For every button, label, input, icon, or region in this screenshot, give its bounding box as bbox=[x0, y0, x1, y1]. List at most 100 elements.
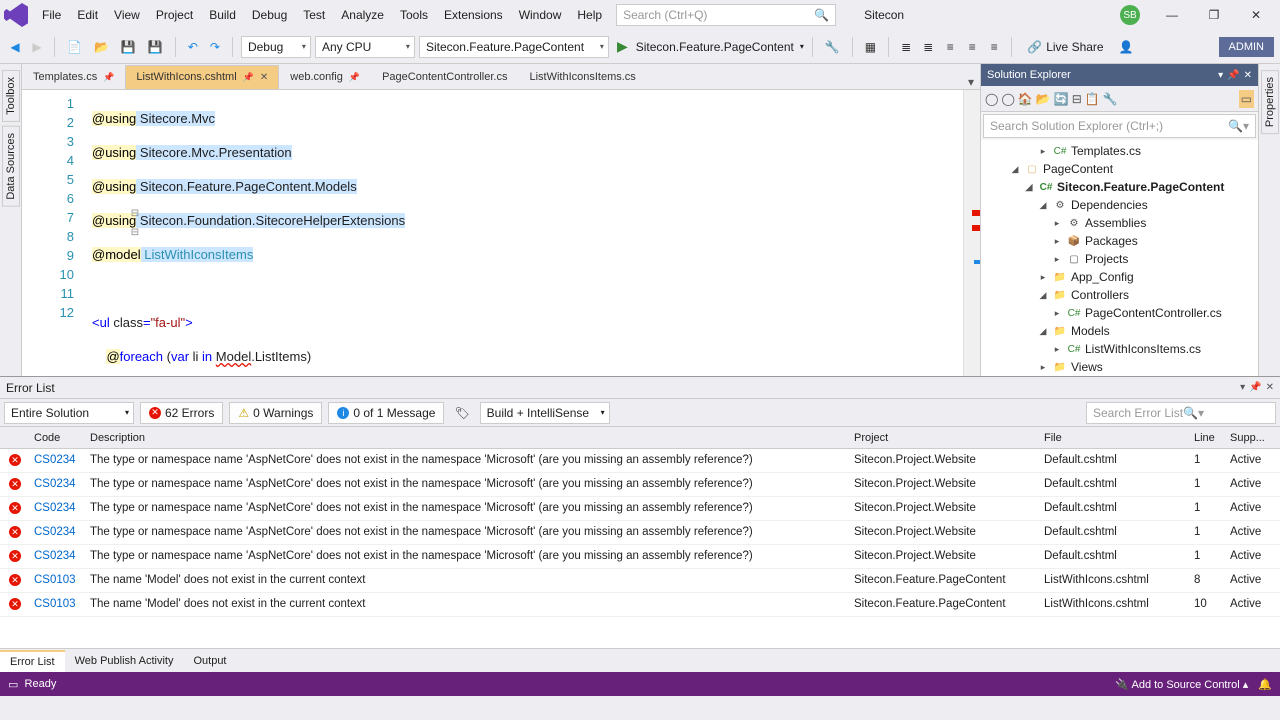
menu-debug[interactable]: Debug bbox=[244, 4, 295, 26]
expand-icon[interactable]: ▸ bbox=[1051, 308, 1063, 319]
fold-icon[interactable]: ⊟ bbox=[130, 227, 140, 238]
error-row[interactable]: ✕CS0103The name 'Model' does not exist i… bbox=[0, 593, 1280, 617]
menu-test[interactable]: Test bbox=[295, 4, 333, 26]
pane-dropdown-icon[interactable]: ▾ bbox=[1240, 382, 1245, 393]
tab-web-publish[interactable]: Web Publish Activity bbox=[65, 651, 184, 671]
se-back-icon[interactable]: ◯ bbox=[985, 92, 998, 106]
maximize-button[interactable]: ❐ bbox=[1194, 1, 1234, 29]
tree-node[interactable]: ◢📁Controllers bbox=[981, 286, 1258, 304]
tree-node[interactable]: ▸C#Templates.cs bbox=[981, 142, 1258, 160]
pane-dropdown-icon[interactable]: ▾ bbox=[1218, 70, 1223, 81]
tree-node[interactable]: ▸C#ListWithIconsItems.cs bbox=[981, 340, 1258, 358]
tree-node[interactable]: ◢▢PageContent bbox=[981, 160, 1258, 178]
expand-icon[interactable]: ◢ bbox=[1037, 290, 1049, 301]
se-preview-icon[interactable]: ▭ bbox=[1239, 90, 1254, 108]
expand-icon[interactable]: ◢ bbox=[1009, 164, 1021, 175]
nav-back-icon[interactable]: ◀ bbox=[6, 37, 24, 57]
se-fwd-icon[interactable]: ◯ bbox=[1001, 92, 1014, 106]
menu-help[interactable]: Help bbox=[569, 4, 610, 26]
se-home-icon[interactable]: 🏠 bbox=[1018, 92, 1033, 106]
error-row[interactable]: ✕CS0234The type or namespace name 'AspNe… bbox=[0, 449, 1280, 473]
save-icon[interactable]: 💾 bbox=[117, 37, 140, 57]
pin-icon[interactable]: 📌 bbox=[349, 72, 360, 83]
menu-file[interactable]: File bbox=[34, 4, 69, 26]
tree-node[interactable]: ◢📁Models bbox=[981, 322, 1258, 340]
run-target[interactable]: Sitecon.Feature.PageContent bbox=[636, 40, 794, 54]
tree-node[interactable]: ◢⚙Dependencies bbox=[981, 196, 1258, 214]
tree-node[interactable]: ▸C#PageContentController.cs bbox=[981, 304, 1258, 322]
tree-node[interactable]: ◢C#Sitecon.Feature.PageContent bbox=[981, 178, 1258, 196]
menu-window[interactable]: Window bbox=[511, 4, 570, 26]
expand-icon[interactable]: ◢ bbox=[1037, 200, 1049, 211]
comment-icon[interactable]: ≡ bbox=[941, 37, 959, 57]
scope-dropdown[interactable]: Entire Solution bbox=[4, 402, 134, 424]
expand-icon[interactable]: ▸ bbox=[1051, 254, 1063, 265]
properties-tab[interactable]: Properties bbox=[1261, 70, 1279, 134]
expand-icon[interactable]: ◢ bbox=[1037, 326, 1049, 337]
se-showall-icon[interactable]: 📋 bbox=[1085, 92, 1100, 106]
warnings-filter[interactable]: ⚠0 Warnings bbox=[229, 402, 322, 424]
error-row[interactable]: ✕CS0234The type or namespace name 'AspNe… bbox=[0, 545, 1280, 569]
tree-node[interactable]: ▸📁App_Config bbox=[981, 268, 1258, 286]
redo-icon[interactable]: ↷ bbox=[206, 37, 224, 57]
datasources-tab[interactable]: Data Sources bbox=[2, 126, 20, 207]
pane-pin-icon[interactable]: 📌 bbox=[1227, 70, 1239, 81]
expand-icon[interactable]: ▸ bbox=[1037, 362, 1049, 373]
tool-icon[interactable]: 🔧 bbox=[821, 37, 844, 57]
run-icon[interactable]: ▶ bbox=[613, 35, 632, 58]
menu-extensions[interactable]: Extensions bbox=[436, 4, 511, 26]
menu-tools[interactable]: Tools bbox=[392, 4, 436, 26]
pane-close-icon[interactable]: ✕ bbox=[1244, 70, 1252, 81]
doctab[interactable]: PageContentController.cs bbox=[371, 65, 518, 89]
build-intellisense-dropdown[interactable]: Build + IntelliSense bbox=[480, 402, 610, 424]
doctab[interactable]: web.config📌 bbox=[279, 65, 371, 89]
se-refresh-icon[interactable]: 🔄 bbox=[1054, 92, 1069, 106]
doctab[interactable]: ListWithIcons.cshtml📌✕ bbox=[125, 65, 279, 89]
code-editor[interactable]: 123456789101112 @using Sitecore.Mvc @usi… bbox=[22, 90, 980, 376]
indent-icon[interactable]: ≣ bbox=[897, 37, 915, 57]
tree-node[interactable]: ▸📦Packages bbox=[981, 232, 1258, 250]
quick-search-input[interactable]: Search (Ctrl+Q) 🔍 bbox=[616, 4, 836, 26]
se-collapse-icon[interactable]: ⊟ bbox=[1072, 92, 1082, 106]
solution-explorer-search[interactable]: Search Solution Explorer (Ctrl+;) 🔍▾ bbox=[983, 114, 1256, 138]
menu-edit[interactable]: Edit bbox=[69, 4, 106, 26]
menu-view[interactable]: View bbox=[106, 4, 148, 26]
menu-build[interactable]: Build bbox=[201, 4, 244, 26]
error-grid[interactable]: Code Description Project File Line Supp.… bbox=[0, 427, 1280, 648]
error-row[interactable]: ✕CS0234The type or namespace name 'AspNe… bbox=[0, 473, 1280, 497]
format-icon[interactable]: ≡ bbox=[985, 37, 1003, 57]
doctab[interactable]: ListWithIconsItems.cs bbox=[518, 65, 646, 89]
platform-dropdown[interactable]: Any CPU bbox=[315, 36, 415, 58]
error-row[interactable]: ✕CS0103The name 'Model' does not exist i… bbox=[0, 569, 1280, 593]
close-button[interactable]: ✕ bbox=[1236, 1, 1276, 29]
code-text[interactable]: @using Sitecore.Mvc @using Sitecore.Mvc.… bbox=[92, 90, 963, 376]
tree-node[interactable]: ▸📁Views bbox=[981, 358, 1258, 376]
pane-close-icon[interactable]: ✕ bbox=[1266, 382, 1274, 393]
tab-output[interactable]: Output bbox=[183, 651, 236, 671]
messages-filter[interactable]: i0 of 1 Message bbox=[328, 402, 444, 424]
tree-node[interactable]: ▸▢Projects bbox=[981, 250, 1258, 268]
user-avatar[interactable]: SB bbox=[1120, 5, 1140, 25]
outdent-icon[interactable]: ≣ bbox=[919, 37, 937, 57]
config-dropdown[interactable]: Debug bbox=[241, 36, 311, 58]
errors-filter[interactable]: ✕62 Errors bbox=[140, 402, 223, 424]
error-row[interactable]: ✕CS0234The type or namespace name 'AspNe… bbox=[0, 497, 1280, 521]
se-properties-icon[interactable]: 🔧 bbox=[1103, 92, 1118, 106]
filter-icon[interactable]: 🏷 bbox=[450, 403, 473, 423]
open-icon[interactable]: 📂 bbox=[90, 37, 113, 57]
se-sync-icon[interactable]: 📂 bbox=[1036, 92, 1051, 106]
pin-icon[interactable]: 📌 bbox=[243, 72, 254, 83]
menu-analyze[interactable]: Analyze bbox=[333, 4, 392, 26]
expand-icon[interactable]: ▸ bbox=[1037, 272, 1049, 283]
doctab[interactable]: Templates.cs📌 bbox=[22, 65, 125, 89]
uncomment-icon[interactable]: ≡ bbox=[963, 37, 981, 57]
tab-error-list[interactable]: Error List bbox=[0, 650, 65, 672]
solution-tree[interactable]: ▸C#Templates.cs◢▢PageContent◢C#Sitecon.F… bbox=[981, 140, 1258, 376]
live-share-button[interactable]: 🔗Live Share bbox=[1020, 36, 1110, 58]
expand-icon[interactable]: ▸ bbox=[1051, 236, 1063, 247]
save-all-icon[interactable]: 💾 bbox=[144, 37, 167, 57]
feedback-icon[interactable]: 👤 bbox=[1115, 37, 1138, 57]
expand-icon[interactable]: ◢ bbox=[1023, 182, 1035, 193]
source-control-button[interactable]: 🔌 Add to Source Control ▴ bbox=[1115, 678, 1248, 691]
fold-icon[interactable]: ⊟ bbox=[130, 208, 140, 219]
